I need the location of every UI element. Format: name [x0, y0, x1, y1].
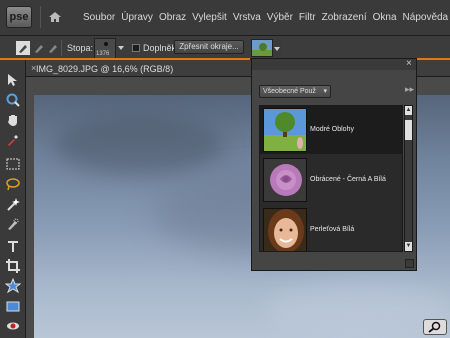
resize-handle[interactable] — [405, 259, 414, 268]
separator — [61, 40, 62, 56]
effects-scrollbar[interactable]: ▲ ▼ — [404, 105, 413, 252]
marquee-tool-icon[interactable] — [5, 156, 21, 172]
effects-category-label: Všeobecné Použ — [263, 88, 316, 95]
brush-dot-icon — [104, 42, 108, 46]
home-icon[interactable] — [40, 6, 68, 28]
tree-sky-thumb — [263, 108, 307, 152]
app-logo: pse — [6, 6, 32, 28]
refine-edge-button[interactable]: Zpřesnit okraje... — [174, 40, 244, 54]
panel-header: × — [252, 59, 416, 70]
effects-thumbnail-button[interactable] — [251, 39, 273, 57]
quick-selection-new-icon[interactable] — [16, 41, 30, 55]
effect-label: Modré Oblohy — [310, 126, 354, 133]
brush-picker[interactable]: 1376 — [94, 38, 116, 59]
list-item-pearl-white[interactable]: Perleťová Bílá — [260, 206, 402, 251]
brush-size: 1376 — [96, 51, 110, 57]
crop-tool-icon[interactable] — [5, 258, 21, 274]
chevron-down-icon[interactable]: ▼ — [405, 242, 412, 251]
effect-label: Obrácené - Černá A Bílá — [310, 176, 386, 183]
quick-selection-tool-icon[interactable] — [5, 216, 21, 232]
toolbox — [0, 60, 26, 338]
move-tool-icon[interactable] — [5, 72, 21, 88]
menu-view[interactable]: Zobrazení — [319, 12, 370, 23]
cookie-cutter-tool-icon[interactable] — [4, 277, 22, 294]
menu-edit[interactable]: Úpravy — [118, 12, 156, 23]
zoom-tool-icon[interactable] — [5, 92, 21, 108]
effects-category-select[interactable]: Všeobecné Použ ▾ — [259, 85, 331, 98]
rose-thumb — [263, 158, 307, 202]
main-menu: Soubor Úpravy Obraz Vylepšit Vrstva Výbě… — [80, 12, 450, 23]
chevron-down-icon[interactable] — [117, 42, 125, 54]
menu-select[interactable]: Výběr — [264, 12, 296, 23]
effects-panel: × Všeobecné Použ ▾ ▸▸ Modré Oblohy Obrác… — [251, 58, 417, 271]
menu-help[interactable]: Nápověda — [400, 12, 450, 23]
addon-checkbox[interactable] — [132, 44, 140, 52]
menu-layer[interactable]: Vrstva — [230, 12, 264, 23]
portrait-thumb — [263, 208, 307, 251]
eyedropper-tool-icon[interactable] — [5, 132, 21, 148]
lasso-tool-icon[interactable] — [5, 176, 21, 192]
effect-label: Perleťová Bílá — [310, 226, 355, 233]
menu-window[interactable]: Okna — [370, 12, 400, 23]
quick-selection-add-icon[interactable] — [32, 41, 46, 55]
chevron-down-icon: ▾ — [323, 88, 327, 95]
scroll-thumb[interactable] — [405, 120, 412, 140]
menu-bar: pse Soubor Úpravy Obraz Vylepšit Vrstva … — [0, 0, 450, 36]
list-item-inverted-bw[interactable]: Obrácené - Černá A Bílá — [260, 156, 402, 204]
hand-tool-icon[interactable] — [5, 112, 21, 128]
menu-filter[interactable]: Filtr — [296, 12, 319, 23]
chevron-down-icon[interactable] — [273, 39, 281, 57]
straighten-tool-icon[interactable] — [5, 298, 21, 314]
menu-enhance[interactable]: Vylepšit — [189, 12, 230, 23]
type-tool-icon[interactable] — [5, 238, 21, 254]
zoom-icon[interactable] — [423, 319, 447, 335]
cloud — [54, 115, 224, 175]
options-bar: Stopa: 1376 Doplněk Zpřesnit okraje... — [0, 36, 450, 60]
panel-menu-icon[interactable]: ▸▸ — [405, 84, 414, 95]
chevron-up-icon[interactable]: ▲ — [405, 106, 412, 115]
quick-selection-subtract-icon[interactable] — [46, 41, 60, 55]
menu-image[interactable]: Obraz — [156, 12, 189, 23]
document-title: IMG_8029.JPG @ 16,6% (RGB/8) — [36, 64, 174, 74]
brush-label: Stopa: — [67, 43, 94, 53]
red-eye-tool-icon[interactable] — [5, 318, 21, 334]
addon-label: Doplněk — [143, 43, 177, 53]
close-icon[interactable]: × — [406, 59, 412, 69]
magic-wand-tool-icon[interactable] — [5, 196, 21, 212]
menu-file[interactable]: Soubor — [80, 12, 118, 23]
effects-list: Modré Oblohy Obrácené - Černá A Bílá Per… — [259, 105, 403, 252]
list-item-blue-skies[interactable]: Modré Oblohy — [260, 106, 402, 154]
